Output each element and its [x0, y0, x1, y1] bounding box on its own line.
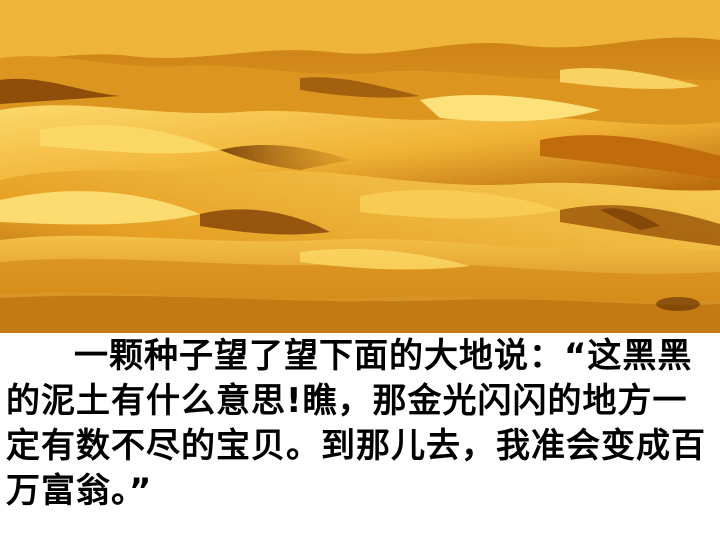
slide: 一颗种子望了望下面的大地说：“这黑黑的泥土有什么意思!瞧，那金光闪闪的地方一定有…: [0, 0, 720, 540]
desert-dunes-photo: [0, 0, 720, 333]
desert-dunes-image: [0, 0, 720, 333]
story-caption: 一颗种子望了望下面的大地说：“这黑黑的泥土有什么意思!瞧，那金光闪闪的地方一定有…: [6, 336, 706, 511]
